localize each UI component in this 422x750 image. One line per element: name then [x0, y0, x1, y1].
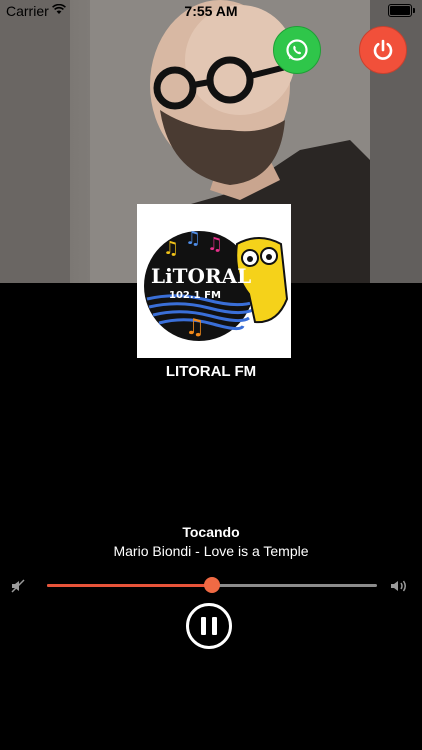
status-bar: Carrier 7:55 AM	[0, 0, 422, 22]
svg-text:♫: ♫	[163, 238, 179, 259]
station-logo: ♫ ♫ ♫ ♫ LiTORAL 102.1 FM	[137, 204, 291, 358]
svg-text:♫: ♫	[207, 234, 223, 255]
volume-slider-fill	[47, 584, 212, 587]
litoral-logo: ♫ ♫ ♫ ♫ LiTORAL 102.1 FM	[144, 228, 289, 341]
volume-slider[interactable]	[47, 577, 377, 593]
svg-text:♫: ♫	[185, 315, 205, 340]
volume-max-icon	[391, 580, 406, 592]
logo-frequency: 102.1 FM	[169, 290, 221, 301]
station-name: LITORAL FM	[165, 363, 257, 380]
whatsapp-icon	[286, 39, 308, 61]
artwork-left-panel	[0, 0, 70, 283]
now-playing-track: Mario Biondi - Love is a Temple	[113, 543, 309, 559]
status-time: 7:55 AM	[184, 3, 238, 19]
logo-text: LiTORAL	[151, 264, 251, 288]
pause-icon-bar-right	[212, 617, 217, 635]
svg-text:♫: ♫	[185, 228, 201, 249]
battery-icon	[388, 4, 415, 17]
volume-min-icon	[11, 579, 25, 593]
pause-button[interactable]	[186, 603, 232, 649]
now-playing-label: Tocando	[182, 524, 240, 540]
power-icon	[373, 39, 393, 60]
volume-slider-thumb[interactable]	[204, 577, 220, 593]
power-button[interactable]	[359, 26, 407, 74]
pause-icon-bar-left	[201, 617, 206, 635]
whatsapp-button[interactable]	[273, 26, 321, 74]
